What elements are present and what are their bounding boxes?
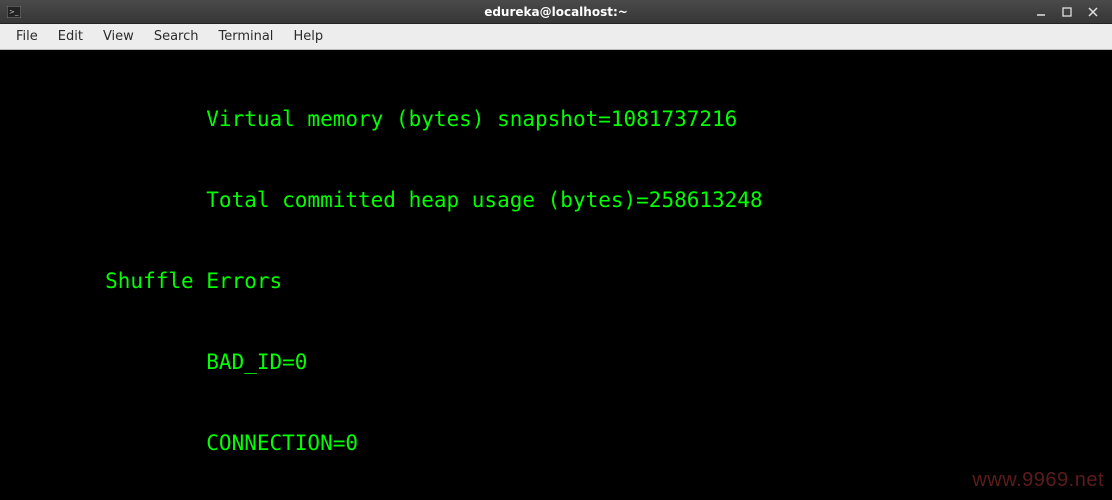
- terminal-line: Shuffle Errors: [4, 268, 1108, 295]
- menu-search[interactable]: Search: [144, 26, 209, 47]
- menu-edit[interactable]: Edit: [48, 26, 93, 47]
- watermark-text: www.9969.net: [972, 467, 1104, 494]
- terminal-line: CONNECTION=0: [4, 430, 1108, 457]
- menu-terminal[interactable]: Terminal: [208, 26, 283, 47]
- terminal-line: Virtual memory (bytes) snapshot=10817372…: [4, 106, 1108, 133]
- maximize-button[interactable]: [1058, 4, 1076, 20]
- terminal-line: BAD_ID=0: [4, 349, 1108, 376]
- menubar: File Edit View Search Terminal Help: [0, 24, 1112, 50]
- menu-help[interactable]: Help: [283, 26, 333, 47]
- terminal-viewport[interactable]: Virtual memory (bytes) snapshot=10817372…: [0, 50, 1112, 500]
- window-titlebar: >_ edureka@localhost:~: [0, 0, 1112, 24]
- terminal-app-icon: >_: [6, 4, 22, 20]
- window-controls: [1032, 0, 1108, 24]
- close-button[interactable]: [1084, 4, 1102, 20]
- minimize-button[interactable]: [1032, 4, 1050, 20]
- menu-file[interactable]: File: [6, 26, 48, 47]
- window-title: edureka@localhost:~: [484, 5, 628, 19]
- menu-view[interactable]: View: [93, 26, 144, 47]
- terminal-line: Total committed heap usage (bytes)=25861…: [4, 187, 1108, 214]
- svg-text:>_: >_: [9, 8, 19, 16]
